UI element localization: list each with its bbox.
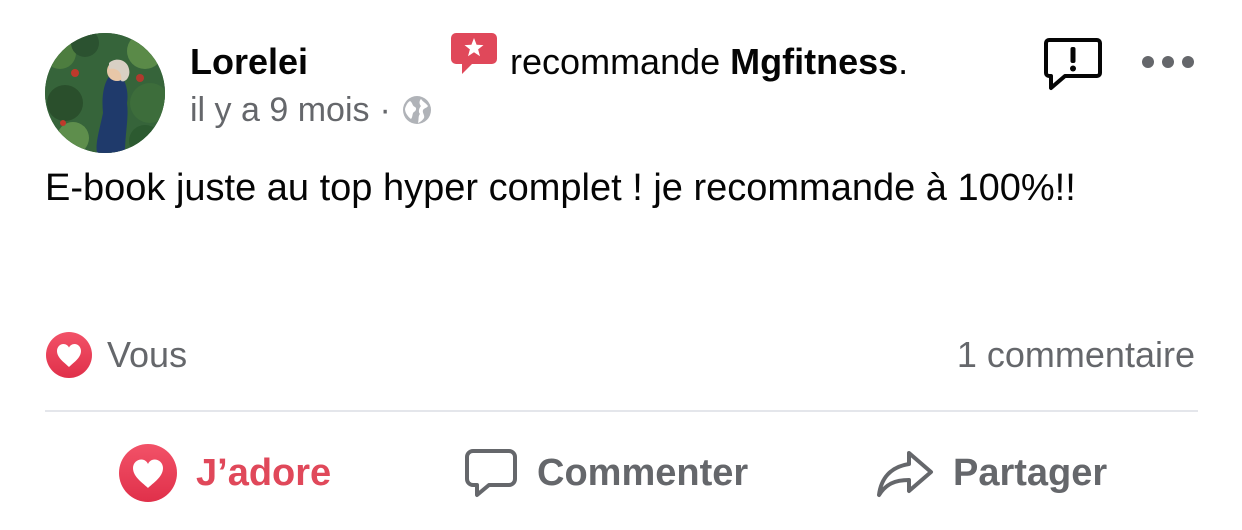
share-arrow-icon [875,445,935,501]
like-label: J’adore [196,451,332,494]
report-icon[interactable] [1043,37,1103,93]
share-button[interactable]: Partager [875,442,1107,504]
comment-label: Commenter [537,451,749,494]
comment-bubble-icon [463,445,519,501]
reaction-summary[interactable]: Vous [45,330,187,380]
share-label: Partager [953,451,1108,494]
heart-icon [118,443,178,503]
page-name[interactable]: Mgfitness [730,41,898,83]
header-period: . [898,41,909,82]
author-name[interactable]: Lorelei [190,41,308,83]
heart-icon [45,331,93,379]
post-card: Lorelei recommande Mgfitness . il y a 9 … [0,0,1242,530]
comment-count[interactable]: 1 commentaire [957,330,1195,380]
post-body: E-book juste au top hyper complet ! je r… [45,167,1076,209]
globe-icon [401,94,433,126]
comment-button[interactable]: Commenter [463,442,748,504]
recommend-icon [450,31,498,77]
divider [45,410,1198,412]
meta-separator: · [379,90,391,129]
post-header: Lorelei recommande Mgfitness . [190,33,909,84]
post-meta: il y a 9 mois · [190,88,433,132]
more-options-icon[interactable] [1140,50,1196,74]
like-button[interactable]: J’adore [118,442,331,504]
post-timestamp[interactable]: il y a 9 mois [190,91,370,130]
avatar[interactable] [45,33,165,153]
reaction-label: Vous [107,334,188,375]
redacted-surname [308,44,459,80]
recommend-verb: recommande [510,41,721,82]
